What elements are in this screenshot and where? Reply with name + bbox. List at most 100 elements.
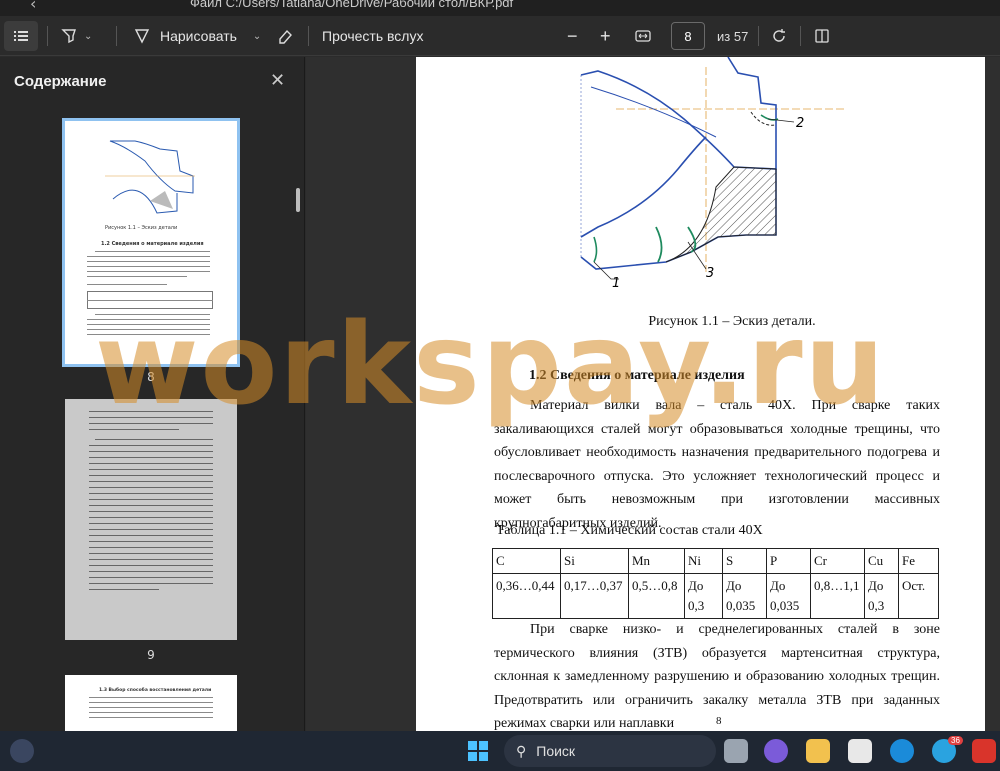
text-line	[89, 493, 213, 494]
text-line	[89, 523, 213, 524]
weather-icon[interactable]	[10, 739, 34, 763]
text-line	[89, 481, 213, 482]
document-viewer[interactable]: 2 1 3 Рисунок 1.1 – Эскиз детали. 1.2 Св…	[306, 57, 1000, 731]
chevron-down-icon[interactable]: ⌄	[84, 31, 92, 42]
text-line	[89, 702, 213, 703]
rotate-button[interactable]	[770, 16, 788, 56]
page-thumbnail-9[interactable]	[65, 399, 237, 640]
task-view-icon[interactable]	[724, 739, 748, 763]
title-bar: ‹ Файл C:/Users/Tatiana/OneDrive/Рабочий…	[0, 0, 1000, 16]
text-line	[89, 429, 179, 430]
windows-logo-icon	[468, 741, 488, 761]
thumbnail-caption: Рисунок 1.1 – Эскиз детали	[105, 225, 178, 231]
text-line	[87, 284, 167, 285]
edge-browser-icon[interactable]	[890, 739, 914, 763]
table-cell: До 0,3	[864, 573, 899, 619]
toolbar-divider	[758, 26, 759, 46]
contents-panel: Содержание ✕ Рисунок 1.1 – Эскиз детали …	[0, 57, 305, 731]
text-line	[87, 266, 210, 267]
text-line	[89, 511, 213, 512]
table-of-contents-button[interactable]	[4, 21, 38, 51]
text-line	[89, 697, 213, 698]
text-line	[89, 547, 213, 548]
text-line	[89, 469, 213, 470]
table-cell: До 0,035	[766, 573, 811, 619]
table-cell: До 0,3	[684, 573, 723, 619]
taskbar-search[interactable]: ⚲ Поиск	[504, 735, 716, 767]
file-explorer-icon[interactable]	[806, 739, 830, 763]
page-total: из 57	[717, 28, 749, 44]
zoom-in-button[interactable]: +	[600, 16, 611, 56]
text-line	[89, 571, 213, 572]
table-cell: Ост.	[898, 573, 939, 619]
table-cell: 0,5…0,8	[628, 573, 685, 619]
microsoft-store-icon[interactable]	[848, 739, 872, 763]
page-thumbnail-10[interactable]: 1.3 Выбор способа восстановления детали	[65, 675, 237, 731]
table-header-cell: Mn	[628, 548, 685, 574]
thumbnail-label: 8	[147, 370, 155, 384]
text-line	[89, 463, 213, 464]
teams-chat-icon[interactable]	[764, 739, 788, 763]
text-line	[87, 271, 210, 272]
table-header-cell: C	[492, 548, 561, 574]
draw-label: Нарисовать	[160, 28, 237, 44]
page-view-button[interactable]	[813, 16, 831, 56]
eraser-icon	[279, 29, 292, 44]
table-header-cell: P	[766, 548, 811, 574]
text-line	[95, 251, 210, 252]
close-icon[interactable]: ✕	[270, 70, 285, 91]
text-line	[89, 417, 213, 418]
chevron-down-icon[interactable]: ⌄	[253, 31, 261, 42]
thumbnail-label: 9	[147, 648, 155, 662]
minus-icon: −	[567, 25, 578, 46]
text-line	[89, 717, 213, 718]
text-line	[87, 324, 210, 325]
scrollbar[interactable]	[296, 188, 300, 212]
text-line	[87, 300, 213, 301]
text-line	[89, 475, 213, 476]
text-line	[89, 565, 213, 566]
toolbar-divider	[308, 26, 309, 46]
pdf-toolbar: ⌄ Нарисовать ⌄ Прочесть вслух − + 8 из 5…	[0, 16, 1000, 56]
draw-button[interactable]: Нарисовать ⌄	[133, 16, 261, 56]
text-line	[89, 529, 213, 530]
paragraph: Материал вилки вала – сталь 40Х. При сва…	[494, 398, 940, 531]
figure-label-3: 3	[706, 266, 714, 281]
read-aloud-button[interactable]: Прочесть вслух	[322, 16, 423, 56]
text-line	[89, 707, 213, 708]
fit-page-button[interactable]	[634, 16, 652, 56]
text-line	[89, 451, 213, 452]
table-header-cell: Si	[560, 548, 629, 574]
page-number-input[interactable]: 8	[671, 22, 705, 50]
text-line	[89, 553, 213, 554]
table-row: 0,36…0,44 0,17…0,37 0,5…0,8 До 0,3 До 0,…	[492, 573, 939, 619]
figure-caption: Рисунок 1.1 – Эскиз детали.	[648, 314, 816, 329]
text-line	[89, 423, 213, 424]
table-header-cell: Cr	[810, 548, 865, 574]
read-aloud-label: Прочесть вслух	[322, 28, 424, 44]
text-line	[89, 583, 213, 584]
pen-icon	[134, 29, 150, 44]
figure-label-2: 2	[796, 116, 804, 131]
text-line	[89, 517, 213, 518]
plus-icon: +	[600, 25, 611, 46]
table-header-cell: Cu	[864, 548, 899, 574]
panel-title: Содержание	[14, 73, 107, 90]
text-line	[89, 577, 213, 578]
page-number: 8	[716, 715, 722, 727]
zoom-out-button[interactable]: −	[567, 16, 578, 56]
text-line	[89, 499, 213, 500]
text-line	[87, 319, 210, 320]
back-arrow-icon[interactable]: ‹	[30, 0, 36, 13]
eraser-button[interactable]	[276, 16, 294, 56]
text-line	[89, 457, 213, 458]
page-thumbnail-8[interactable]: Рисунок 1.1 – Эскиз детали 1.2 Сведения …	[62, 118, 240, 367]
windows-start-icon[interactable]	[466, 739, 490, 763]
thumbnail-figure	[105, 140, 195, 214]
windows-taskbar: ⚲ Поиск 36	[0, 731, 1000, 771]
toolbar-divider	[800, 26, 801, 46]
wps-office-icon[interactable]	[972, 739, 996, 763]
highlight-button[interactable]: ⌄	[60, 16, 92, 56]
fit-width-icon	[635, 30, 651, 42]
list-icon	[14, 31, 28, 41]
